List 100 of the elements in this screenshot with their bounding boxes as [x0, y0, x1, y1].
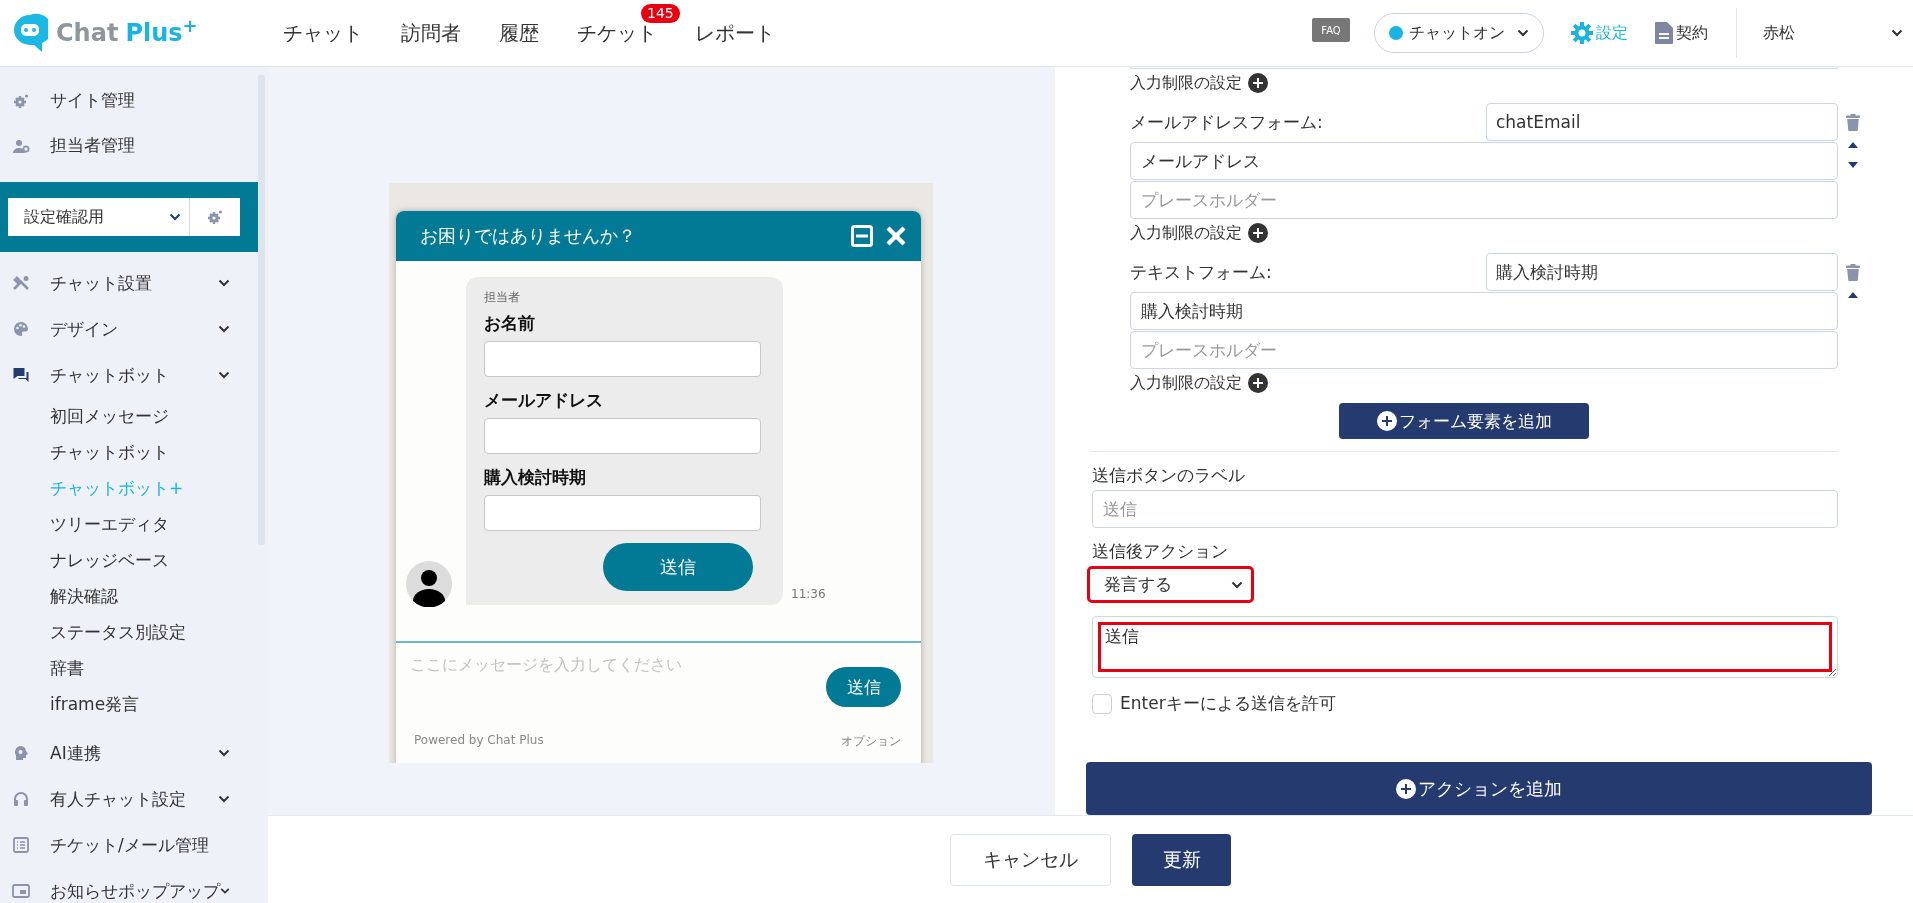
gear-icon: [1570, 21, 1594, 45]
options-link[interactable]: オプション: [841, 733, 901, 750]
sidebar-subitem[interactable]: ナレッジベース: [50, 542, 268, 578]
sidebar-subitem[interactable]: 初回メッセージ: [50, 398, 268, 434]
gear-icon: [12, 92, 30, 109]
input-field[interactable]: 購入検討時期: [1486, 253, 1838, 291]
window-icon: [12, 884, 30, 898]
input-field[interactable]: [484, 495, 761, 531]
logo-text: Plus: [125, 19, 183, 47]
close-icon[interactable]: [885, 225, 907, 247]
add-action-button[interactable]: アクションを追加: [1086, 762, 1872, 815]
tools-icon: [12, 275, 30, 291]
user-gear-icon: [12, 137, 30, 154]
sidebar-item[interactable]: デザイン: [0, 306, 230, 352]
checkbox-label: Enterキーによる送信を許可: [1120, 692, 1336, 715]
input-field[interactable]: プレースホルダー: [1130, 181, 1838, 219]
plus-circle-icon: [1376, 411, 1397, 431]
chevron-down-icon: [218, 749, 230, 757]
limit-settings-link[interactable]: 入力制限の設定: [1130, 369, 1268, 397]
sidebar-subitem[interactable]: iframe発言: [50, 686, 268, 722]
chevron-down-icon: [169, 213, 181, 221]
user-menu[interactable]: 赤松: [1763, 22, 1913, 44]
sidebar-item[interactable]: 担当者管理: [0, 123, 230, 168]
limit-settings-link[interactable]: 入力制限の設定: [1130, 69, 1268, 97]
submit-button[interactable]: 送信: [603, 543, 753, 591]
chevron-down-icon: [218, 279, 230, 287]
chat-icon: [12, 367, 30, 383]
input-field[interactable]: [484, 418, 761, 454]
form-type-label: メールアドレスフォーム:: [1130, 110, 1324, 134]
field-label: 送信後アクション: [1092, 540, 1228, 563]
send-button[interactable]: 送信: [826, 667, 901, 707]
header-link[interactable]: 契約: [1654, 21, 1708, 45]
caret-up-icon[interactable]: [1848, 142, 1858, 148]
status-label: チャットオン: [1409, 22, 1505, 44]
sidebar-subitem[interactable]: ステータス別設定: [50, 614, 268, 650]
sidebar-item[interactable]: お知らせポップアップ: [0, 868, 230, 903]
chevron-down-icon: [218, 371, 230, 379]
nav-link[interactable]: 訪問者: [401, 20, 461, 45]
add-form-element-button[interactable]: フォーム要素を追加: [1339, 403, 1589, 439]
chevron-down-icon: [218, 325, 230, 333]
sidebar-item[interactable]: チケット/メール管理: [0, 822, 230, 868]
minimize-icon[interactable]: [851, 225, 873, 247]
text-area[interactable]: 送信: [1092, 616, 1838, 678]
site-dropdown[interactable]: 設定確認用: [8, 198, 190, 236]
chevron-down-icon: [1517, 29, 1529, 37]
scrollbar[interactable]: [258, 75, 265, 545]
sidebar-item[interactable]: 有人チャット設定: [0, 776, 230, 822]
field-label: 送信ボタンのラベル: [1092, 464, 1245, 487]
nav-link[interactable]: レポート: [695, 20, 775, 45]
chevron-down-icon: [218, 795, 230, 803]
trash-icon[interactable]: [1846, 113, 1860, 131]
chevron-down-icon: [220, 887, 230, 895]
site-settings-button[interactable]: [190, 198, 240, 236]
logo-text: Chat: [56, 19, 119, 47]
nav-link[interactable]: 履歴: [499, 20, 539, 45]
document-icon: [1654, 21, 1674, 45]
sidebar-item[interactable]: AI連携: [0, 730, 230, 776]
sender-name: 担当者: [484, 289, 521, 306]
form-type-label: テキストフォーム:: [1130, 260, 1273, 284]
cancel-button[interactable]: キャンセル: [950, 833, 1111, 886]
palette-icon: [12, 321, 30, 337]
plus-circle-icon: [1396, 778, 1416, 799]
nav-link[interactable]: チャット: [283, 20, 363, 45]
input-field[interactable]: [484, 341, 761, 377]
count-badge: 145: [641, 3, 680, 23]
input-field[interactable]: プレースホルダー: [1130, 331, 1838, 369]
plus-circle-icon: [1248, 373, 1268, 393]
field-label: メールアドレス: [484, 389, 604, 412]
input-field[interactable]: 購入検討時期: [1130, 292, 1838, 330]
select-field[interactable]: 発言する: [1087, 566, 1254, 603]
sidebar-item[interactable]: チャット設置: [0, 260, 230, 306]
nav-link[interactable]: チケット: [577, 20, 657, 45]
plus-circle-icon: [1248, 73, 1268, 93]
caret-up-icon[interactable]: [1848, 292, 1858, 298]
field-label: お名前: [484, 312, 536, 335]
list-icon: [12, 837, 30, 853]
sidebar-subitem[interactable]: チャットボット: [50, 434, 268, 470]
input-field[interactable]: 送信: [1092, 490, 1838, 528]
head-icon: [12, 745, 30, 761]
sidebar-item[interactable]: チャットボット: [0, 352, 230, 398]
plus-circle-icon: [1248, 223, 1268, 243]
input-field[interactable]: メールアドレス: [1130, 142, 1838, 180]
headset-icon: [12, 791, 30, 807]
faq-button[interactable]: FAQ: [1312, 18, 1350, 42]
field-label: 購入検討時期: [484, 466, 587, 489]
caret-down-icon[interactable]: [1848, 162, 1858, 168]
logo-mark: +: [182, 15, 198, 36]
sidebar-subitem[interactable]: 辞書: [50, 650, 268, 686]
limit-settings-link[interactable]: 入力制限の設定: [1130, 219, 1268, 247]
chat-bubble-logo-icon: [12, 13, 48, 53]
sidebar-item[interactable]: サイト管理: [0, 78, 230, 123]
trash-icon[interactable]: [1846, 263, 1860, 281]
update-button[interactable]: 更新: [1132, 833, 1231, 886]
input-field[interactable]: chatEmail: [1486, 103, 1838, 141]
sidebar-subitem[interactable]: 解決確認: [50, 578, 268, 614]
checkbox[interactable]: [1092, 693, 1112, 714]
powered-by-text: Powered by Chat Plus: [414, 733, 544, 749]
sidebar-subitem[interactable]: ツリーエディタ: [50, 506, 268, 542]
chevron-down-icon: [1891, 29, 1903, 37]
avatar-icon: [406, 561, 452, 607]
